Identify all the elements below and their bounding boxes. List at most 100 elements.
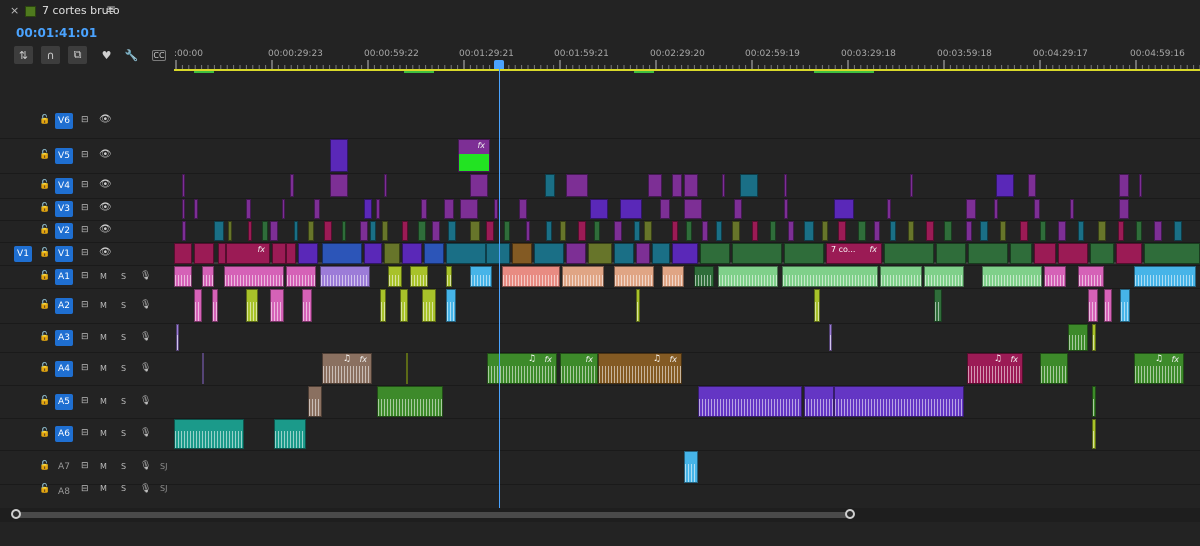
video-clip[interactable] — [752, 221, 758, 241]
video-clip[interactable] — [470, 221, 480, 241]
audio-clip[interactable] — [834, 386, 964, 417]
mute-button[interactable]: M — [100, 272, 107, 281]
lock-icon[interactable]: 🔓 — [39, 271, 50, 281]
video-clip[interactable] — [486, 221, 494, 241]
sync-lock-icon[interactable]: ⊟ — [81, 300, 89, 310]
lock-icon[interactable]: 🔓 — [39, 461, 50, 471]
audio-clip[interactable] — [320, 266, 370, 287]
audio-clip[interactable] — [224, 266, 284, 287]
audio-clip[interactable] — [308, 386, 322, 417]
video-clip[interactable] — [290, 174, 294, 197]
track-header-v1[interactable]: V1 🔓 V1 ⊟ 👁 — [0, 242, 174, 266]
track-lane-a8[interactable] — [174, 484, 1200, 485]
timeline-tracks[interactable]: fx fx 7 co... fx ♫ fx ♫ fx fx ♫ fx ♫ fx ♫ fx — [174, 74, 1200, 510]
insert-overwrite-toggle-icon[interactable]: ⇅ — [14, 46, 33, 64]
solo-button[interactable]: S — [121, 397, 126, 406]
video-clip[interactable] — [966, 199, 976, 219]
track-header-v3[interactable]: 🔓 V3 ⊟ 👁 — [0, 198, 174, 221]
audio-clip[interactable] — [274, 419, 306, 449]
lock-icon[interactable]: 🔓 — [39, 150, 50, 160]
video-clip[interactable] — [660, 199, 670, 219]
video-clip[interactable] — [1090, 243, 1114, 264]
snap-magnet-icon[interactable]: ∩ — [41, 46, 60, 64]
video-clip[interactable] — [421, 199, 427, 219]
track-header-v2[interactable]: 🔓 V2 ⊟ 👁 — [0, 220, 174, 243]
video-clip[interactable] — [994, 199, 998, 219]
video-clip[interactable] — [648, 174, 662, 197]
panel-menu-icon[interactable]: ≡ — [106, 2, 116, 16]
audio-clip[interactable] — [698, 386, 802, 417]
video-clip[interactable] — [887, 199, 891, 219]
lock-icon[interactable]: 🔓 — [39, 180, 50, 190]
video-clip[interactable] — [526, 221, 530, 241]
audio-clip[interactable] — [400, 289, 408, 322]
eye-icon[interactable]: 👁 — [99, 247, 112, 258]
audio-clip[interactable] — [1092, 386, 1096, 417]
video-clip[interactable] — [294, 221, 298, 241]
video-clip[interactable] — [822, 221, 828, 241]
lock-icon[interactable]: 🔓 — [39, 115, 50, 125]
video-clip[interactable] — [890, 221, 896, 241]
video-clip[interactable] — [1144, 243, 1200, 264]
track-target-v3[interactable]: V3 — [55, 201, 73, 217]
sync-lock-icon[interactable]: ⊟ — [81, 248, 89, 258]
video-clip[interactable] — [1058, 243, 1088, 264]
sync-lock-icon[interactable]: ⊟ — [81, 115, 89, 125]
audio-clip[interactable] — [380, 289, 386, 322]
mute-button[interactable]: M — [100, 301, 107, 310]
video-clip[interactable] — [722, 174, 725, 197]
video-clip[interactable] — [182, 199, 185, 219]
video-clip[interactable] — [1119, 174, 1129, 197]
video-clip[interactable] — [770, 221, 776, 241]
linked-selection-icon[interactable]: ⧉ — [68, 46, 87, 64]
video-clip[interactable] — [1119, 199, 1129, 219]
audio-clip[interactable] — [782, 266, 878, 287]
video-clip[interactable] — [1136, 221, 1142, 241]
video-clip[interactable] — [684, 199, 702, 219]
video-clip[interactable]: fx — [226, 243, 270, 264]
work-area-bar[interactable] — [174, 69, 1200, 71]
video-clip[interactable] — [834, 199, 854, 219]
audio-clip[interactable] — [1134, 266, 1196, 287]
video-clip[interactable] — [534, 243, 564, 264]
track-lane-a5[interactable] — [174, 385, 1200, 419]
record-mic-icon[interactable]: 🎙 — [140, 332, 151, 342]
video-clip[interactable] — [784, 199, 788, 219]
add-marker-icon[interactable]: ♥ — [97, 46, 116, 64]
record-mic-icon[interactable]: 🎙 — [140, 396, 151, 406]
scroll-left-handle[interactable] — [11, 509, 21, 519]
video-clip[interactable] — [446, 243, 486, 264]
audio-clip[interactable] — [202, 266, 214, 287]
audio-clip[interactable] — [1088, 289, 1098, 322]
solo-button[interactable]: S — [121, 429, 126, 438]
record-mic-icon[interactable]: 🎙 — [140, 363, 151, 373]
eye-icon[interactable]: 👁 — [99, 202, 112, 213]
video-clip[interactable] — [1010, 243, 1032, 264]
audio-clip[interactable] — [406, 353, 408, 384]
audio-clip[interactable]: ♫ fx — [322, 353, 372, 384]
audio-clip[interactable] — [377, 386, 443, 417]
audio-clip[interactable] — [470, 266, 492, 287]
audio-clip[interactable] — [934, 289, 942, 322]
video-clip[interactable] — [1000, 221, 1006, 241]
video-clip[interactable]: 7 co... fx — [826, 243, 882, 264]
video-clip[interactable] — [418, 221, 426, 241]
audio-clip[interactable] — [388, 266, 402, 287]
audio-clip[interactable] — [880, 266, 922, 287]
audio-clip[interactable] — [1092, 324, 1096, 351]
video-clip[interactable] — [486, 243, 510, 264]
sync-lock-icon[interactable]: ⊟ — [81, 225, 89, 235]
video-clip[interactable] — [1028, 174, 1036, 197]
audio-clip[interactable] — [1044, 266, 1066, 287]
sync-lock-icon[interactable]: ⊟ — [81, 461, 89, 471]
solo-button[interactable]: S — [121, 301, 126, 310]
video-clip[interactable] — [684, 174, 698, 197]
audio-clip[interactable] — [1068, 324, 1088, 351]
video-clip[interactable] — [966, 221, 972, 241]
video-clip[interactable] — [910, 174, 913, 197]
video-clip[interactable] — [732, 243, 782, 264]
audio-clip[interactable]: ♫ fx — [967, 353, 1023, 384]
video-clip[interactable] — [330, 174, 348, 197]
eye-icon[interactable]: 👁 — [99, 179, 112, 190]
video-clip[interactable] — [376, 199, 380, 219]
